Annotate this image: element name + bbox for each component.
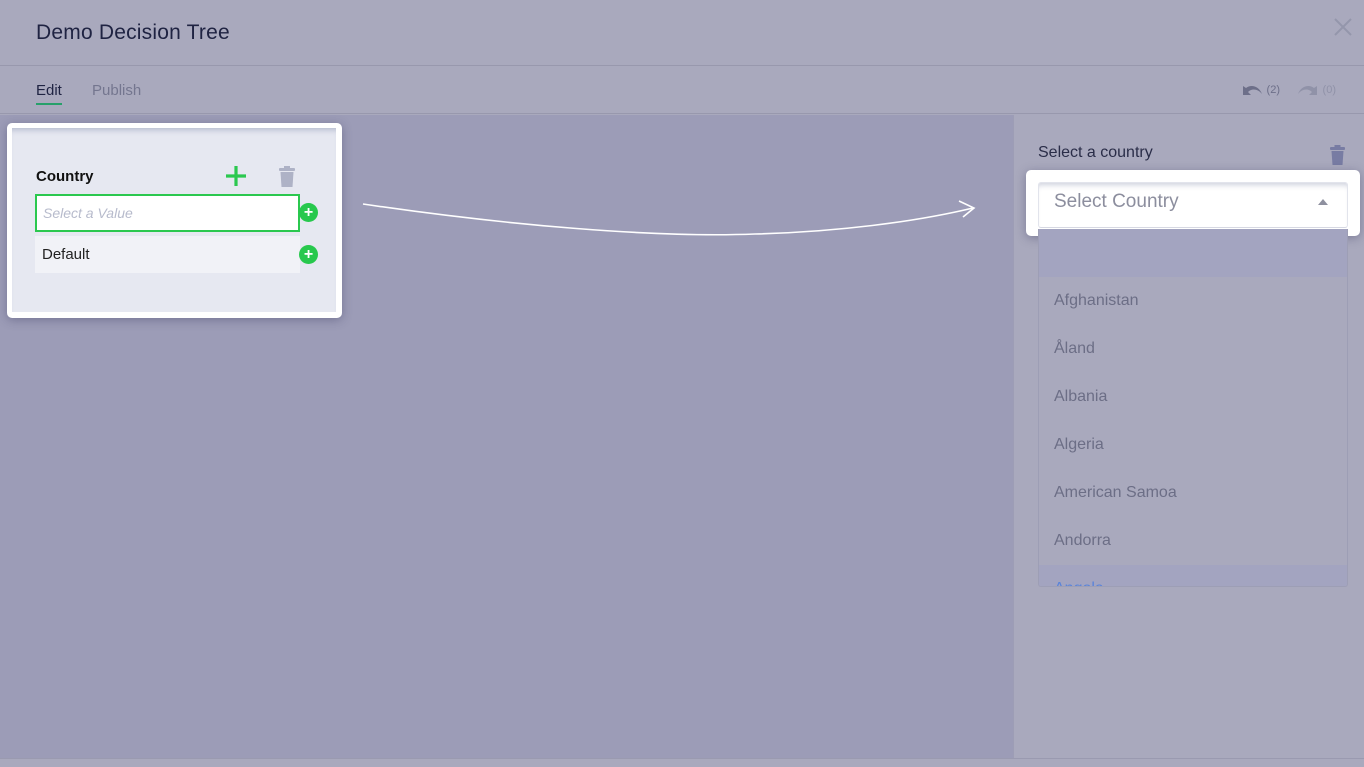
dropdown-option[interactable]: Andorra xyxy=(1039,517,1347,565)
tab-publish[interactable]: Publish xyxy=(92,82,141,99)
dropdown-option[interactable]: Åland xyxy=(1039,325,1347,373)
dropdown-option-highlighted[interactable]: Angola xyxy=(1039,565,1347,586)
value-input[interactable] xyxy=(35,194,300,232)
undo-count: (2) xyxy=(1266,84,1280,96)
tab-bar: Edit Publish (2) (0) xyxy=(0,67,1364,114)
caret-up-icon[interactable] xyxy=(1318,199,1328,205)
panel-label: Select a country xyxy=(1038,144,1153,161)
plus-icon xyxy=(226,166,246,186)
plus-circle-icon: + xyxy=(303,204,314,221)
redo-icon xyxy=(1297,86,1317,95)
add-value-button[interactable]: + xyxy=(299,203,318,222)
tab-edit[interactable]: Edit xyxy=(36,82,62,105)
dropdown-option[interactable]: Afghanistan xyxy=(1039,277,1347,325)
dropdown-option[interactable]: Algeria xyxy=(1039,421,1347,469)
add-branch-button[interactable] xyxy=(224,164,248,188)
plus-circle-icon: + xyxy=(303,246,314,263)
connector-arrow xyxy=(362,200,976,236)
node-label: Country xyxy=(36,168,94,185)
delete-node-button[interactable] xyxy=(279,166,295,192)
dropdown-option[interactable]: American Samoa xyxy=(1039,469,1347,517)
dropdown-blank-option[interactable] xyxy=(1039,229,1347,277)
undo-button[interactable]: (2) xyxy=(1240,83,1280,97)
redo-button[interactable]: (0) xyxy=(1296,83,1336,97)
default-branch[interactable]: Default xyxy=(35,236,300,273)
redo-count: (0) xyxy=(1322,84,1336,96)
dialog-header: Demo Decision Tree xyxy=(0,0,1364,66)
close-button[interactable] xyxy=(1328,12,1358,42)
delete-panel-button[interactable] xyxy=(1330,145,1345,170)
trash-icon xyxy=(279,166,295,187)
dropdown-option[interactable]: Albania xyxy=(1039,373,1347,421)
country-select-placeholder: Select Country xyxy=(1054,191,1179,212)
close-icon xyxy=(1334,18,1352,36)
footer-bar xyxy=(0,758,1364,767)
undo-icon xyxy=(1242,86,1262,95)
country-dropdown[interactable]: Afghanistan Åland Albania Algeria Americ… xyxy=(1038,229,1348,587)
trash-icon xyxy=(1330,145,1345,165)
add-default-child-button[interactable]: + xyxy=(299,245,318,264)
page-title: Demo Decision Tree xyxy=(36,21,230,44)
